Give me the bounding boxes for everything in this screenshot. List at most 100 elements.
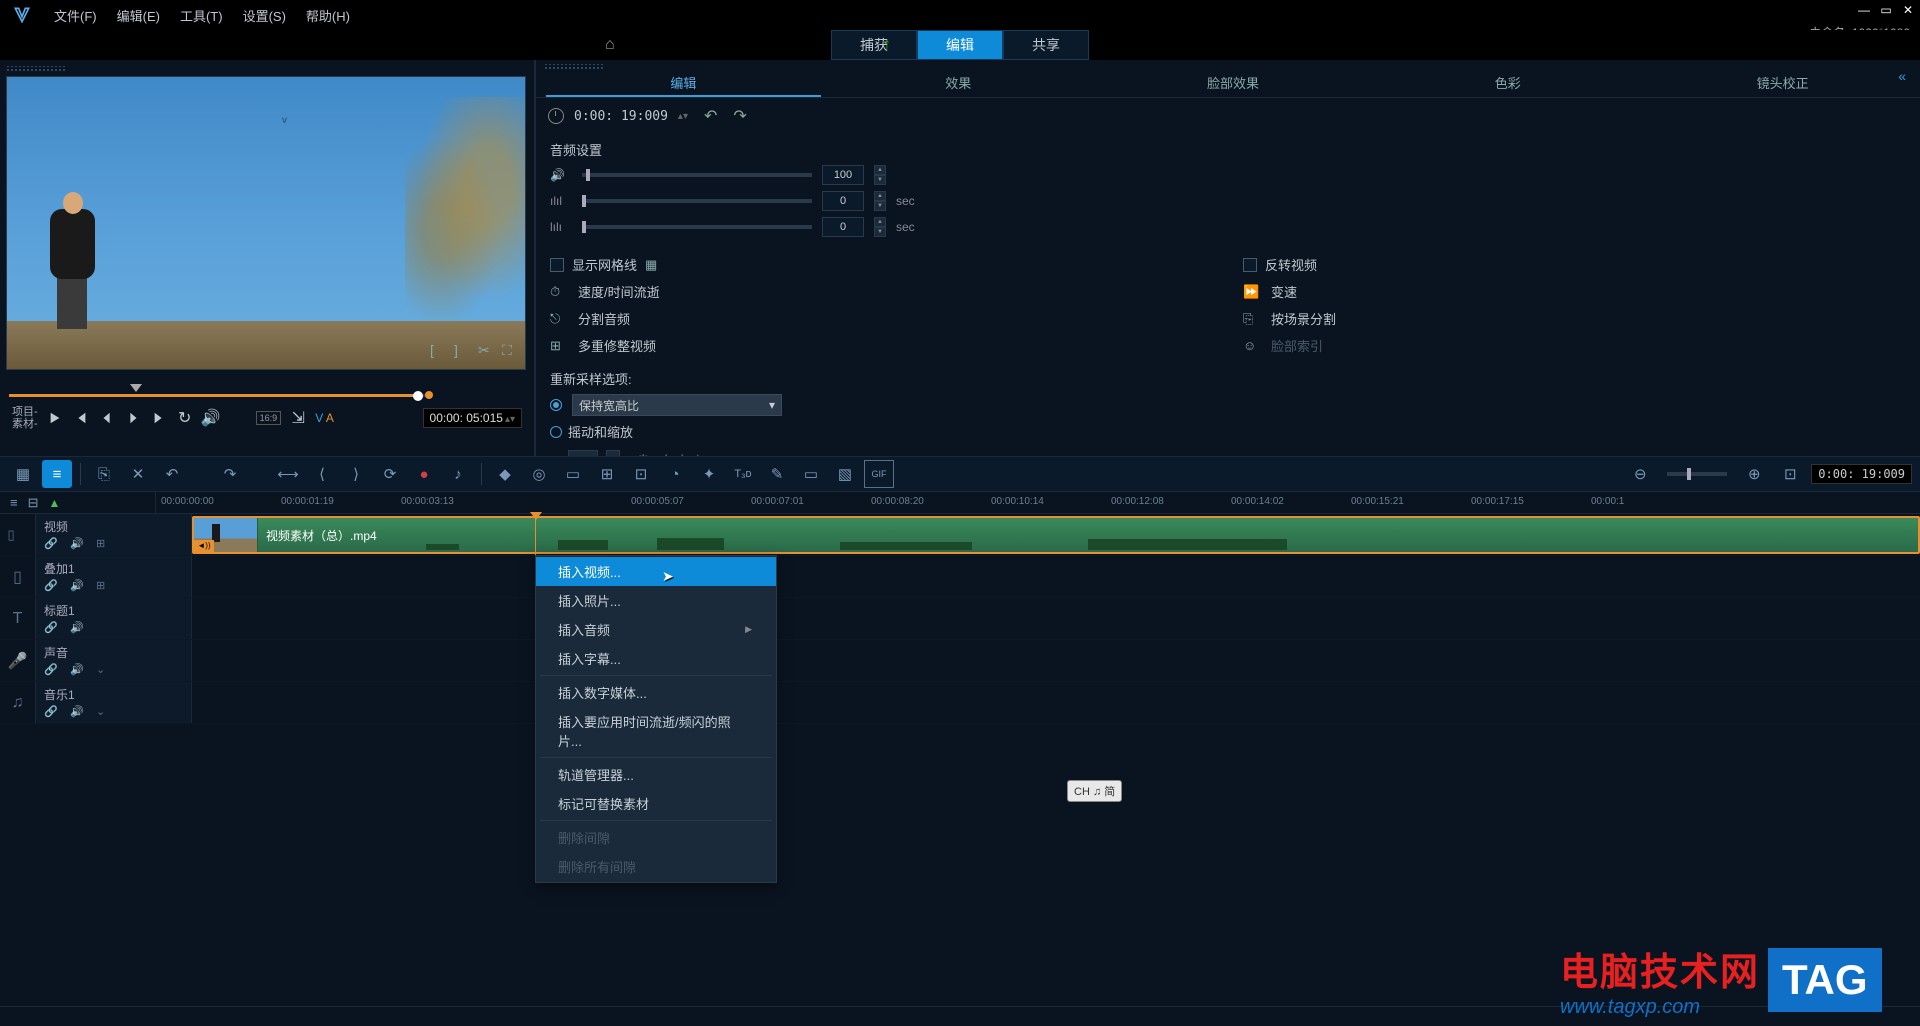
fadeout-down[interactable]: ▼ [874, 227, 886, 237]
tb-range-icon[interactable]: ⟷ [273, 460, 303, 488]
audio-badge[interactable]: A [326, 411, 334, 425]
tab-lens[interactable]: 镜头校正 [1645, 70, 1920, 97]
voice-track[interactable] [192, 640, 1920, 681]
track-mute-icon[interactable]: 🔊 [70, 579, 84, 593]
aspect-ratio-badge[interactable]: 16:9 [256, 411, 282, 425]
fadein-input[interactable] [822, 191, 864, 211]
fadeout-slider[interactable] [582, 225, 812, 229]
tb-markin-icon[interactable]: ⟨ [307, 460, 337, 488]
tab-color[interactable]: 色彩 [1370, 70, 1645, 97]
video-track[interactable]: ◄)) 视频素材（总）.mp4 [192, 514, 1920, 555]
track-header-title1[interactable]: 标题1 🔗 🔊 [36, 598, 192, 639]
ctx-insert-digital[interactable]: 插入数字媒体... [536, 678, 776, 707]
tb-mask-icon[interactable]: ◔ [660, 460, 690, 488]
fadeout-input[interactable] [822, 217, 864, 237]
tb-gif-icon[interactable]: GIF [864, 460, 894, 488]
track-mute-icon[interactable]: 🔊 [70, 705, 84, 719]
zoom-in-icon[interactable]: ⊕ [1739, 460, 1769, 488]
timeline-view-button[interactable]: ≡ [42, 460, 72, 488]
fadeout-up[interactable]: ▲ [874, 217, 886, 227]
tb-3dtitle-icon[interactable]: T₃ᴅ [728, 460, 758, 488]
keep-aspect-select[interactable]: 保持宽高比▾ [572, 394, 782, 416]
tb-redo-icon[interactable]: ↷ [215, 460, 245, 488]
track-mute-icon[interactable]: 🔊 [70, 663, 84, 677]
prev-frame-button[interactable] [98, 409, 116, 427]
minimize-button[interactable]: — [1857, 3, 1871, 17]
tb-keyframe-icon[interactable]: ◆ [490, 460, 520, 488]
menu-settings[interactable]: 设置(S) [243, 6, 286, 25]
zoom-slider[interactable] [1667, 472, 1727, 476]
rotate-right-icon[interactable]: ↷ [733, 106, 746, 126]
volume-up[interactable]: ▲ [874, 165, 886, 175]
music-track[interactable] [192, 682, 1920, 723]
track-header-overlay1[interactable]: 叠加1 🔗 🔊 ⊞ [36, 556, 192, 597]
tb-record-icon[interactable]: ● [409, 460, 439, 488]
go-end-button[interactable] [150, 409, 168, 427]
volume-down[interactable]: ▼ [874, 175, 886, 185]
repeat-button[interactable]: ↻ [176, 409, 194, 427]
preview-timecode[interactable]: 00:00: 05:015▴▾ [423, 408, 522, 428]
volume-slider[interactable] [582, 173, 812, 177]
show-grid-checkbox[interactable] [550, 258, 564, 272]
reverse-video-checkbox[interactable] [1243, 258, 1257, 272]
fadein-slider[interactable] [582, 199, 812, 203]
close-button[interactable]: ✕ [1901, 3, 1915, 17]
tab-face[interactable]: 脸部效果 [1096, 70, 1371, 97]
split-audio-button[interactable]: 分割音频 [578, 309, 630, 328]
mode-tab-edit[interactable]: 编辑 [917, 30, 1003, 60]
home-icon[interactable]: ⌂ [605, 36, 615, 54]
track-expand-icon[interactable]: ⌄ [96, 663, 110, 677]
tb-subtitle-icon[interactable]: ▭ [796, 460, 826, 488]
volume-input[interactable] [822, 165, 864, 185]
track-expand-icon[interactable]: ⌄ [96, 705, 110, 719]
tb-tools-icon[interactable]: ✕ [123, 460, 153, 488]
go-start-button[interactable] [72, 409, 90, 427]
mark-out-icon[interactable]: ] [454, 342, 472, 360]
track-header-voice[interactable]: 声音 🔗 🔊 ⌄ [36, 640, 192, 681]
mark-in-icon[interactable]: [ [430, 342, 448, 360]
maximize-button[interactable]: ▭ [1879, 3, 1893, 17]
ruler-adjust-icon[interactable]: ⊟ [28, 495, 39, 511]
next-frame-button[interactable] [124, 409, 142, 427]
tb-undo-icon[interactable]: ↶ [157, 460, 187, 488]
track-header-video[interactable]: 视频 🔗 🔊 ⊞ [36, 514, 192, 555]
tb-chroma-icon[interactable]: ✦ [694, 460, 724, 488]
mode-tab-share[interactable]: 共享 [1003, 30, 1089, 60]
tb-track-icon[interactable]: ⊡ [626, 460, 656, 488]
tb-motion-icon[interactable]: ◎ [524, 460, 554, 488]
menu-tools[interactable]: 工具(T) [180, 6, 223, 25]
preview-scrubber[interactable]: [ ] ✂ ⛶ [6, 380, 528, 400]
scene-split-button[interactable]: 按场景分割 [1271, 309, 1336, 328]
multi-trim-button[interactable]: 多重修整视频 [578, 336, 656, 355]
ctx-insert-video[interactable]: 插入视频... [536, 557, 776, 586]
track-link-icon[interactable]: 🔗 [44, 705, 58, 719]
ctx-insert-subtitle[interactable]: 插入字幕... [536, 644, 776, 673]
panel-collapse-icon[interactable]: « [1898, 68, 1906, 84]
cut-icon[interactable]: ✂ [478, 342, 496, 360]
grid-icon[interactable]: ▦ [645, 257, 657, 273]
tb-photo-icon[interactable]: ▧ [830, 460, 860, 488]
expand-icon[interactable]: ⛶ [502, 342, 520, 360]
menu-file[interactable]: 文件(F) [54, 6, 97, 25]
video-badge[interactable]: V [315, 411, 323, 425]
track-link-icon[interactable]: 🔗 [44, 663, 58, 677]
menu-edit[interactable]: 编辑(E) [117, 6, 160, 25]
track-link-icon[interactable]: 🔗 [44, 621, 58, 635]
add-track-icon[interactable]: ▲ [49, 496, 65, 510]
volume-button[interactable]: 🔊 [202, 409, 220, 427]
track-lock-icon[interactable]: ⊞ [96, 537, 110, 551]
storyboard-view-button[interactable]: ▦ [8, 460, 38, 488]
tb-timestretch-icon[interactable]: ⟳ [375, 460, 405, 488]
ruler-ticks[interactable]: 00:00:00:00 00:00:01:19 00:00:03:13 00:0… [156, 492, 1920, 513]
track-header-music1[interactable]: 音乐1 🔗 🔊 ⌄ [36, 682, 192, 723]
tab-edit[interactable]: 编辑 [546, 70, 821, 97]
varispeed-button[interactable]: 变速 [1271, 282, 1297, 301]
play-button[interactable] [46, 409, 64, 427]
menu-help[interactable]: 帮助(H) [306, 6, 350, 25]
title-track[interactable] [192, 598, 1920, 639]
tb-copy-icon[interactable]: ⎘ [89, 460, 119, 488]
ctx-mark-replaceable[interactable]: 标记可替换素材 [536, 789, 776, 818]
speed-time-button[interactable]: 速度/时间流逝 [578, 282, 660, 301]
upload-icon[interactable]: ↑ [883, 36, 891, 54]
tb-paint-icon[interactable]: ✎ [762, 460, 792, 488]
